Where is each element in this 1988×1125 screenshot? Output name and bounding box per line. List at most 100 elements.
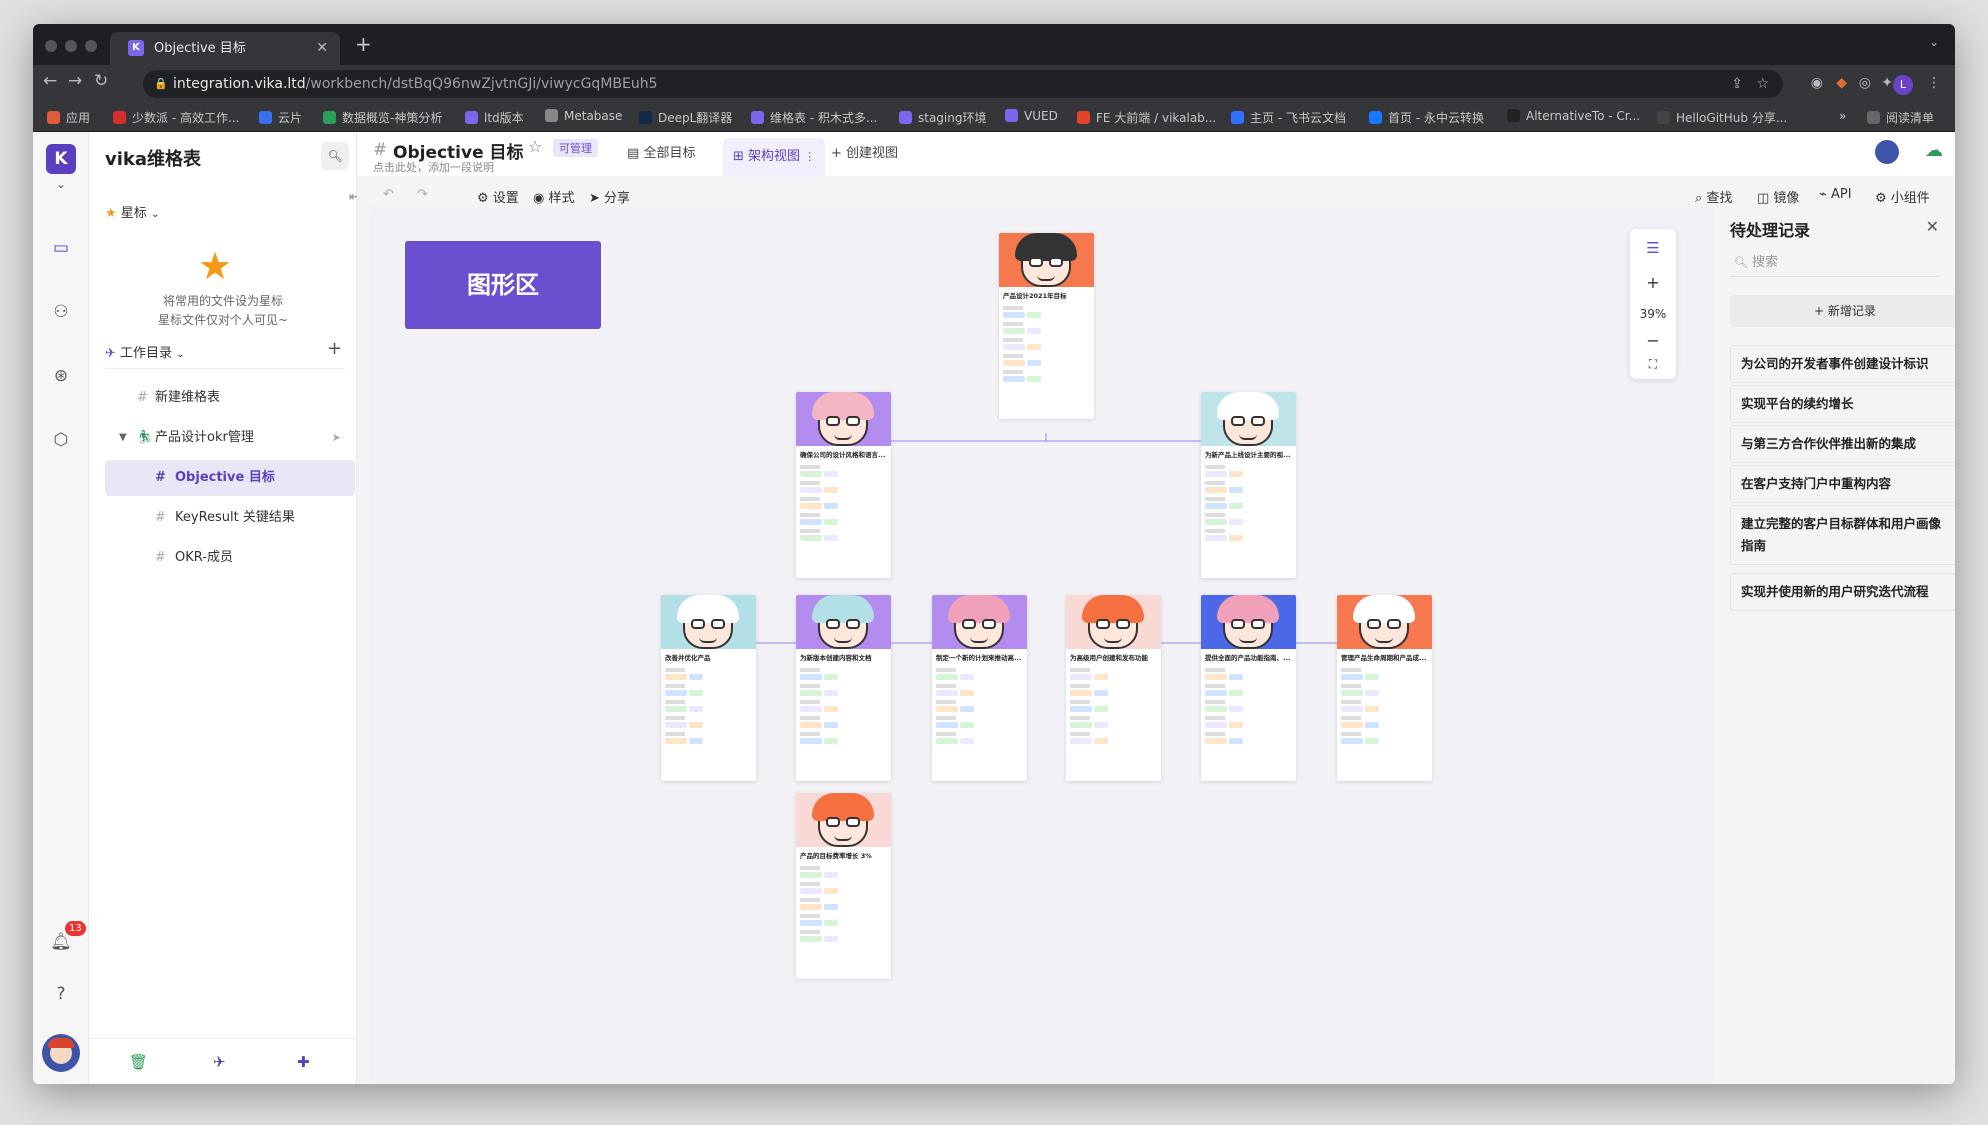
workspace-header[interactable]: ✈ 工作目录 ⌄ (105, 342, 185, 361)
card-field-label (1341, 668, 1361, 672)
sidebar-search-icon[interactable]: 🔍︎ (321, 142, 349, 170)
reload-icon[interactable]: ↻ (94, 71, 108, 91)
bookmark-item[interactable]: HelloGitHub 分享... (1657, 109, 1787, 126)
widget-button[interactable]: ⚙ 小组件 (1875, 187, 1930, 206)
browser-tab[interactable]: K Objective 目标 ✕ (110, 32, 340, 65)
org-card[interactable]: 管理产品生命周期和产品成... (1337, 595, 1432, 781)
reading-list[interactable]: 阅读清单 (1867, 109, 1934, 126)
bookmark-item[interactable]: 首页 - 永中云转换 (1369, 109, 1484, 126)
tab-architecture-view[interactable]: ⊞ 架构视图 ⋮ (723, 138, 826, 176)
bookmark-item[interactable]: staging环境 (899, 109, 987, 126)
help-icon[interactable]: ? (49, 984, 73, 1008)
forward-icon[interactable]: → (68, 71, 82, 91)
add-node-icon[interactable]: + (327, 338, 342, 359)
org-card[interactable]: 为高级用户创建和发布功能 (1066, 595, 1161, 781)
org-card[interactable]: 产品的目标费率增长 3% (796, 793, 891, 979)
sidebar-item-okr-folder[interactable]: ▼ 🏂︎ 产品设计okr管理 ➤ (105, 420, 355, 456)
org-card[interactable]: 产品设计2021年目标 (999, 233, 1094, 419)
org-card[interactable]: 制定一个新的计划来推动高... (932, 595, 1027, 781)
bookmark-star-icon[interactable]: ☆ (1756, 70, 1769, 98)
bookmark-item[interactable]: DeepL翻译器 (639, 109, 732, 126)
close-window-dot[interactable] (45, 40, 57, 52)
user-avatar[interactable] (42, 1034, 80, 1072)
share-button[interactable]: ➤ 分享 (589, 187, 630, 206)
sidebar-item-keyresult[interactable]: # KeyResult 关键结果 (105, 500, 355, 536)
bookmark-item[interactable]: Metabase (545, 109, 622, 123)
vika-logo[interactable]: K (46, 144, 76, 174)
zoom-out-icon[interactable]: − (1630, 331, 1676, 350)
zoom-in-icon[interactable]: + (1630, 273, 1676, 292)
profile-avatar[interactable]: L (1893, 75, 1913, 95)
invite-member-icon[interactable]: ✚ (297, 1053, 310, 1071)
toggle-panel-icon[interactable]: ☰ (1630, 239, 1676, 257)
bookmark-item[interactable]: AlternativeTo - Cr... (1507, 109, 1640, 123)
avatar-glasses (1231, 619, 1245, 629)
members-icon[interactable]: ⚇ (49, 302, 73, 326)
settings-hexagon-icon[interactable]: ⬡ (49, 430, 73, 454)
template-icon[interactable]: ✈ (213, 1053, 226, 1071)
bookmark-item[interactable]: 少数派 - 高效工作... (113, 109, 239, 126)
org-card[interactable]: 为新版本创建内容和文档 (796, 595, 891, 781)
trash-icon[interactable]: 🗑︎ (129, 1053, 148, 1071)
extension-fox-icon[interactable]: ◆ (1836, 75, 1847, 91)
browser-menu-icon[interactable]: ⋮ (1927, 75, 1941, 91)
mirror-button[interactable]: ◫ 镜像 (1757, 187, 1799, 206)
datasheet-description[interactable]: 点击此处，添加一段说明 (373, 159, 494, 175)
extension-translate-icon[interactable]: ◎ (1859, 75, 1871, 91)
add-record-button[interactable]: + 新增记录 (1730, 295, 1955, 327)
space-switch-chevron-icon[interactable]: ⌄ (49, 177, 73, 201)
pending-record-item[interactable]: 为公司的开发者事件创建设计标识 (1730, 345, 1955, 383)
pending-record-item[interactable]: 与第三方合作伙伴推出新的集成 (1730, 425, 1955, 463)
new-tab-icon[interactable]: + (355, 32, 372, 56)
card-field-value (800, 487, 887, 493)
org-card[interactable]: 为新产品上线设计主要的视... (1201, 392, 1296, 578)
pending-record-item[interactable]: 建立完整的客户目标群体和用户画像指南 (1730, 505, 1955, 565)
favorite-star-icon[interactable]: ☆ (528, 137, 542, 156)
address-bar[interactable]: 🔒 integration.vika.ltd/workbench/dstBqQ9… (143, 70, 1783, 98)
api-button[interactable]: ⌁ API (1819, 187, 1852, 202)
cloud-sync-icon[interactable]: ☁ (1925, 140, 1943, 161)
graph-canvas[interactable]: 图形区 产品设计2021年目标 确保公司的设计风格和语言... 为新产品上线设计… (369, 205, 1715, 1084)
share-node-icon[interactable]: ➤ (332, 420, 341, 456)
bookmark-item[interactable]: 云片 (259, 109, 302, 126)
find-button[interactable]: ⌕ 查找 (1695, 187, 1732, 206)
org-card[interactable]: 确保公司的设计风格和语言... (796, 392, 891, 578)
tab-search-icon[interactable]: ⌄ (1929, 35, 1939, 49)
bookmark-item[interactable]: 数据概览-神策分析 (323, 109, 442, 126)
template-planet-icon[interactable]: ⊛ (49, 366, 73, 390)
create-view-button[interactable]: + 创建视图 (821, 132, 908, 176)
bookmark-item[interactable]: 主页 - 飞书云文档 (1231, 109, 1346, 126)
extensions-puzzle-icon[interactable]: ✦ (1881, 75, 1893, 91)
close-panel-icon[interactable]: ✕ (1926, 217, 1939, 236)
tab-all-objectives[interactable]: ▤ 全部目标 (617, 132, 705, 176)
sidebar-item-okr-members[interactable]: # OKR-成员 (105, 540, 355, 576)
style-button[interactable]: ◉ 样式 (533, 187, 575, 206)
undo-icon[interactable]: ↶ (383, 187, 394, 202)
sidebar-item-new-sheet[interactable]: # 新建维格表 (105, 380, 355, 416)
org-card[interactable]: 改善并优化产品 (661, 595, 756, 781)
records-search-input[interactable]: 🔍︎ 搜索 (1730, 249, 1940, 277)
settings-button[interactable]: ⚙ 设置 (477, 187, 519, 206)
minimize-window-dot[interactable] (65, 40, 77, 52)
redo-icon[interactable]: ↷ (417, 187, 428, 202)
fit-view-icon[interactable]: ⛶ (1630, 357, 1676, 372)
back-icon[interactable]: ← (43, 71, 57, 91)
more-bookmarks-icon[interactable]: » (1839, 109, 1846, 123)
bookmark-item[interactable]: 应用 (47, 109, 90, 126)
extension-1-icon[interactable]: ◉ (1811, 75, 1823, 91)
bookmark-item[interactable]: FE 大前端 / vikalab... (1077, 109, 1216, 126)
sidebar-item-objective[interactable]: # Objective 目标 (105, 460, 355, 496)
pending-record-item[interactable]: 在客户支持门户中重构内容 (1730, 465, 1955, 503)
star-section-header[interactable]: ★ 星标 ⌄ (105, 202, 159, 221)
workbench-icon[interactable]: ▭ (49, 238, 73, 262)
share-icon[interactable]: ⇪ (1731, 70, 1743, 98)
close-tab-icon[interactable]: ✕ (316, 32, 328, 65)
collaborator-avatar[interactable] (1875, 140, 1899, 164)
pending-record-item[interactable]: 实现并使用新的用户研究迭代流程 (1730, 573, 1955, 611)
org-card[interactable]: 提供全面的产品功能指南、... (1201, 595, 1296, 781)
bookmark-item[interactable]: ltd版本 (465, 109, 524, 126)
bookmark-item[interactable]: VUED (1005, 109, 1058, 123)
bookmark-item[interactable]: 维格表 - 积木式多... (751, 109, 877, 126)
pending-record-item[interactable]: 实现平台的续约增长 (1730, 385, 1955, 423)
zoom-window-dot[interactable] (85, 40, 97, 52)
